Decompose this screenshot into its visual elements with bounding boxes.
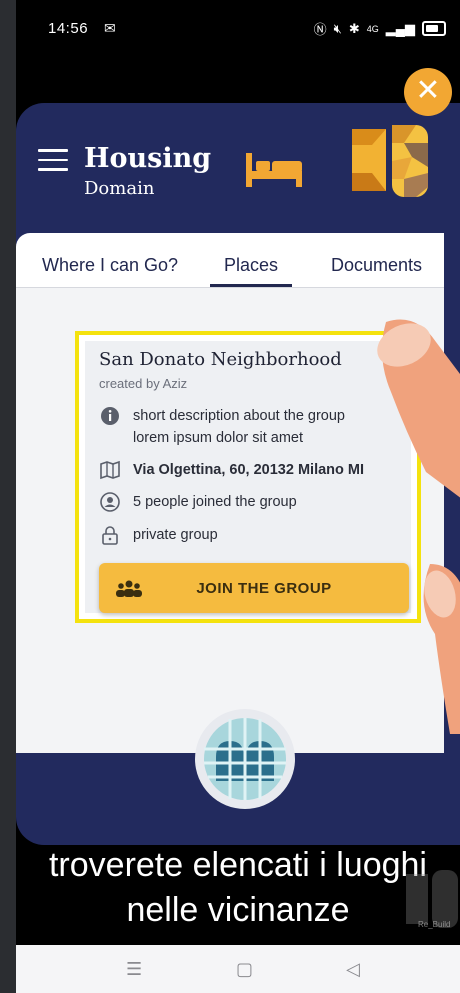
members-row: 5 people joined the group [99,491,297,513]
description-line-2: lorem ipsum dolor sit amet [133,430,304,446]
video-subtitle: troverete elencati i luoghi nelle vicina… [16,843,460,933]
signal-icon: ▂▄▆ [385,20,415,36]
join-group-label: JOIN THE GROUP [196,580,332,597]
join-group-button[interactable]: JOIN THE GROUP [99,563,409,613]
group-title: San Donato Neighborhood [99,349,342,370]
lock-icon [102,526,118,545]
network-icon: 4G [366,23,379,34]
group-members: 5 people joined the group [133,494,297,510]
tab-active-indicator [210,284,292,287]
app-subtitle: Domain [84,178,155,199]
finger-illustration [423,564,460,734]
nfc-icon: Ⓝ [313,22,327,37]
map-pin-icon [100,460,120,480]
system-nav-bar: ☰ ▢ ◁ [16,945,460,993]
address-row: Via Olgettina, 60, 20132 Milano MI [99,459,364,481]
back-button[interactable]: ◁ [346,959,360,980]
tab-places[interactable]: Places [224,255,278,276]
bluetooth-icon: ✱ [348,20,360,36]
info-icon [101,407,119,425]
description-line-1: short description about the group [133,408,345,424]
status-icons: Ⓝ 🔇︎ ✱ 4G ▂▄▆ [314,19,446,38]
rebuild-logo [352,125,428,197]
privacy-row: private group [99,524,218,546]
hand-illustration [377,319,460,498]
mute-icon: 🔇︎ [333,20,342,36]
mail-icon: ✉ [104,20,116,36]
watermark-text: Re_Build [418,920,451,929]
app-globe-logo [195,709,295,809]
group-creator: created by Aziz [99,376,188,391]
group-privacy: private group [133,527,218,543]
person-icon [100,492,120,512]
app-header: Housing Domain [16,103,444,233]
subtitle-line-2: nelle vicinanze [126,891,350,929]
tab-documents[interactable]: Documents [331,255,422,276]
tab-where-i-can-go[interactable]: Where I can Go? [42,255,178,276]
app-title: Housing [84,143,212,174]
battery-icon [422,21,446,36]
home-button[interactable]: ▢ [236,959,253,980]
bed-icon [246,153,302,187]
status-bar: 14:56 ✉ Ⓝ 🔇︎ ✱ 4G ▂▄▆ [16,0,460,60]
status-time: 14:56 [48,20,89,37]
recent-apps-button[interactable]: ☰ [126,959,142,980]
tab-bar: Where I can Go? Places Documents [16,233,444,288]
close-button[interactable]: ✕ [404,68,452,116]
menu-icon[interactable] [38,149,68,171]
group-address: Via Olgettina, 60, 20132 Milano MI [133,462,365,478]
subtitle-line-1: troverete elencati i luoghi [48,846,427,884]
description-row: short description about the group lorem … [99,405,345,449]
